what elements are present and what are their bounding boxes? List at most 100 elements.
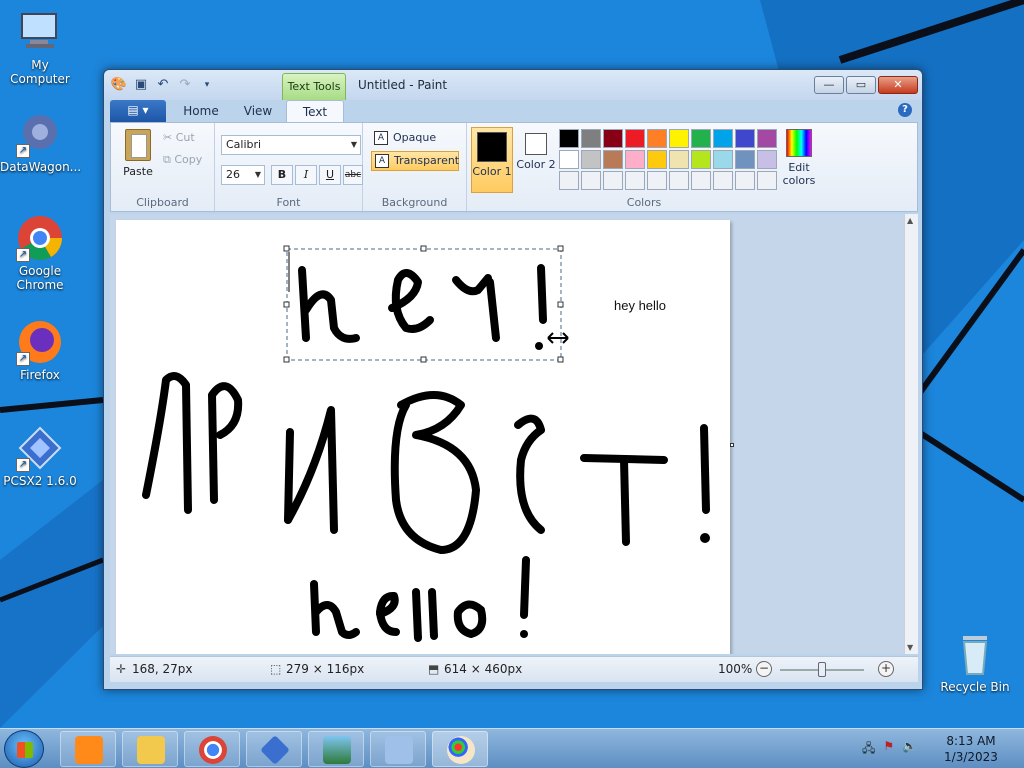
- font-family-select[interactable]: Calibri ▼: [221, 135, 361, 155]
- palette-color-swatch[interactable]: [713, 129, 733, 148]
- desktop-icon-recycle-bin[interactable]: Recycle Bin: [935, 630, 1015, 694]
- shortcut-arrow-icon: ↗: [16, 144, 30, 158]
- taskbar-chrome[interactable]: [184, 731, 240, 767]
- palette-color-swatch[interactable]: [625, 150, 645, 169]
- tab-home[interactable]: Home: [172, 100, 230, 122]
- palette-color-swatch[interactable]: [559, 171, 579, 190]
- font-size-select[interactable]: 26 ▼: [221, 165, 265, 185]
- copy-icon: ⧉: [163, 153, 171, 166]
- volume-icon[interactable]: 🔈: [902, 739, 917, 760]
- text-tools-context-tab: Text Tools: [282, 73, 346, 100]
- palette-color-swatch[interactable]: [669, 129, 689, 148]
- palette-color-swatch[interactable]: [691, 171, 711, 190]
- desktop-icon-pcsx2[interactable]: ↗ PCSX2 1.6.0: [0, 424, 80, 488]
- palette-color-swatch[interactable]: [559, 129, 579, 148]
- underline-button[interactable]: U: [319, 165, 341, 185]
- palette-color-swatch[interactable]: [669, 171, 689, 190]
- vertical-scrollbar[interactable]: ▲ ▼: [904, 214, 918, 654]
- palette-color-swatch[interactable]: [713, 150, 733, 169]
- minimize-button[interactable]: —: [814, 76, 844, 94]
- paint-menu-button[interactable]: ▤ ▾: [110, 100, 166, 122]
- color2-swatch: [525, 133, 547, 155]
- desktop-icon-firefox[interactable]: ↗ Firefox: [0, 318, 80, 382]
- taskbar-pcsx2[interactable]: [246, 731, 302, 767]
- tab-text[interactable]: Text: [286, 100, 344, 122]
- start-button[interactable]: [4, 730, 44, 768]
- desktop-icon-datawagon[interactable]: ↗ DataWagon...: [0, 110, 81, 174]
- desktop-icon-my-computer[interactable]: My Computer: [0, 8, 80, 86]
- tab-view[interactable]: View: [230, 100, 286, 122]
- paste-button[interactable]: Paste: [121, 129, 155, 178]
- clock[interactable]: 8:13 AM 1/3/2023: [936, 733, 1006, 765]
- palette-color-swatch[interactable]: [735, 171, 755, 190]
- color2-button[interactable]: Color 2: [515, 127, 557, 193]
- desktop-icon-google-chrome[interactable]: ↗ Google Chrome: [0, 214, 80, 292]
- group-label: Font: [276, 196, 301, 209]
- save-icon[interactable]: ▣: [132, 76, 150, 94]
- selection-size-value: 279 × 116px: [286, 662, 365, 676]
- palette-color-swatch[interactable]: [691, 129, 711, 148]
- scroll-up-icon[interactable]: ▲: [907, 216, 913, 225]
- zoom-in-button[interactable]: +: [878, 661, 894, 677]
- palette-color-swatch[interactable]: [559, 150, 579, 169]
- title-bar[interactable]: 🎨 ▣ ↶ ↷ ▾ Text Tools Untitled - Paint — …: [104, 70, 922, 100]
- bold-button[interactable]: B: [271, 165, 293, 185]
- window-title: Untitled - Paint: [358, 78, 448, 92]
- cut-button[interactable]: ✂ Cut: [163, 131, 195, 144]
- edit-colors-button[interactable]: Edit colors: [779, 129, 819, 187]
- palette-color-swatch[interactable]: [581, 150, 601, 169]
- group-label: Background: [381, 196, 448, 209]
- palette-color-swatch[interactable]: [757, 150, 777, 169]
- color-palette: [559, 129, 777, 190]
- palette-color-swatch[interactable]: [735, 129, 755, 148]
- taskbar-explorer[interactable]: [122, 731, 178, 767]
- taskbar-paint[interactable]: [432, 731, 488, 767]
- maximize-button[interactable]: ▭: [846, 76, 876, 94]
- taskbar-photo-viewer[interactable]: [308, 731, 364, 767]
- taskbar-remote-desktop[interactable]: [370, 731, 426, 767]
- customize-dropdown-icon[interactable]: ▾: [198, 76, 216, 94]
- copy-button[interactable]: ⧉ Copy: [163, 153, 202, 167]
- chevron-down-icon: ▼: [254, 170, 261, 179]
- colors-group: Color 1 Color 2 Edit colors Colors: [467, 123, 821, 211]
- scroll-down-icon[interactable]: ▼: [907, 643, 913, 652]
- zoom-out-button[interactable]: −: [756, 661, 772, 677]
- palette-color-swatch[interactable]: [757, 129, 777, 148]
- drawing-canvas[interactable]: hey hello: [116, 220, 730, 654]
- palette-color-swatch[interactable]: [625, 171, 645, 190]
- transparent-button[interactable]: A Transparent: [371, 151, 459, 171]
- color1-button[interactable]: Color 1: [471, 127, 513, 193]
- close-button[interactable]: ✕: [878, 76, 918, 94]
- palette-color-swatch[interactable]: [581, 171, 601, 190]
- opaque-button[interactable]: A Opaque: [371, 129, 459, 149]
- network-icon[interactable]: 🖧: [862, 739, 875, 760]
- redo-icon[interactable]: ↷: [176, 76, 194, 94]
- palette-color-swatch[interactable]: [581, 129, 601, 148]
- palette-color-swatch[interactable]: [647, 129, 667, 148]
- undo-icon[interactable]: ↶: [154, 76, 172, 94]
- computer-icon: [16, 8, 64, 56]
- chevron-down-icon: ▼: [350, 140, 357, 149]
- zoom-slider-thumb[interactable]: [818, 662, 826, 677]
- strikethrough-button[interactable]: abc: [343, 165, 363, 185]
- palette-color-swatch[interactable]: [603, 171, 623, 190]
- palette-color-swatch[interactable]: [603, 129, 623, 148]
- paint-app-icon[interactable]: 🎨: [110, 76, 128, 94]
- italic-button[interactable]: I: [295, 165, 317, 185]
- group-label: Colors: [626, 196, 662, 209]
- palette-color-swatch[interactable]: [669, 150, 689, 169]
- pcsx2-icon: ↗: [16, 424, 64, 472]
- taskbar-media-player[interactable]: [60, 731, 116, 767]
- palette-color-swatch[interactable]: [691, 150, 711, 169]
- palette-color-swatch[interactable]: [713, 171, 733, 190]
- palette-color-swatch[interactable]: [735, 150, 755, 169]
- palette-color-swatch[interactable]: [647, 171, 667, 190]
- palette-color-swatch[interactable]: [625, 129, 645, 148]
- help-icon[interactable]: ?: [898, 103, 912, 117]
- palette-color-swatch[interactable]: [757, 171, 777, 190]
- action-center-flag-icon[interactable]: ⚑: [883, 739, 894, 760]
- palette-color-swatch[interactable]: [647, 150, 667, 169]
- canvas-resize-handle[interactable]: [730, 443, 734, 447]
- cursor-position-value: 168, 27px: [132, 662, 193, 676]
- palette-color-swatch[interactable]: [603, 150, 623, 169]
